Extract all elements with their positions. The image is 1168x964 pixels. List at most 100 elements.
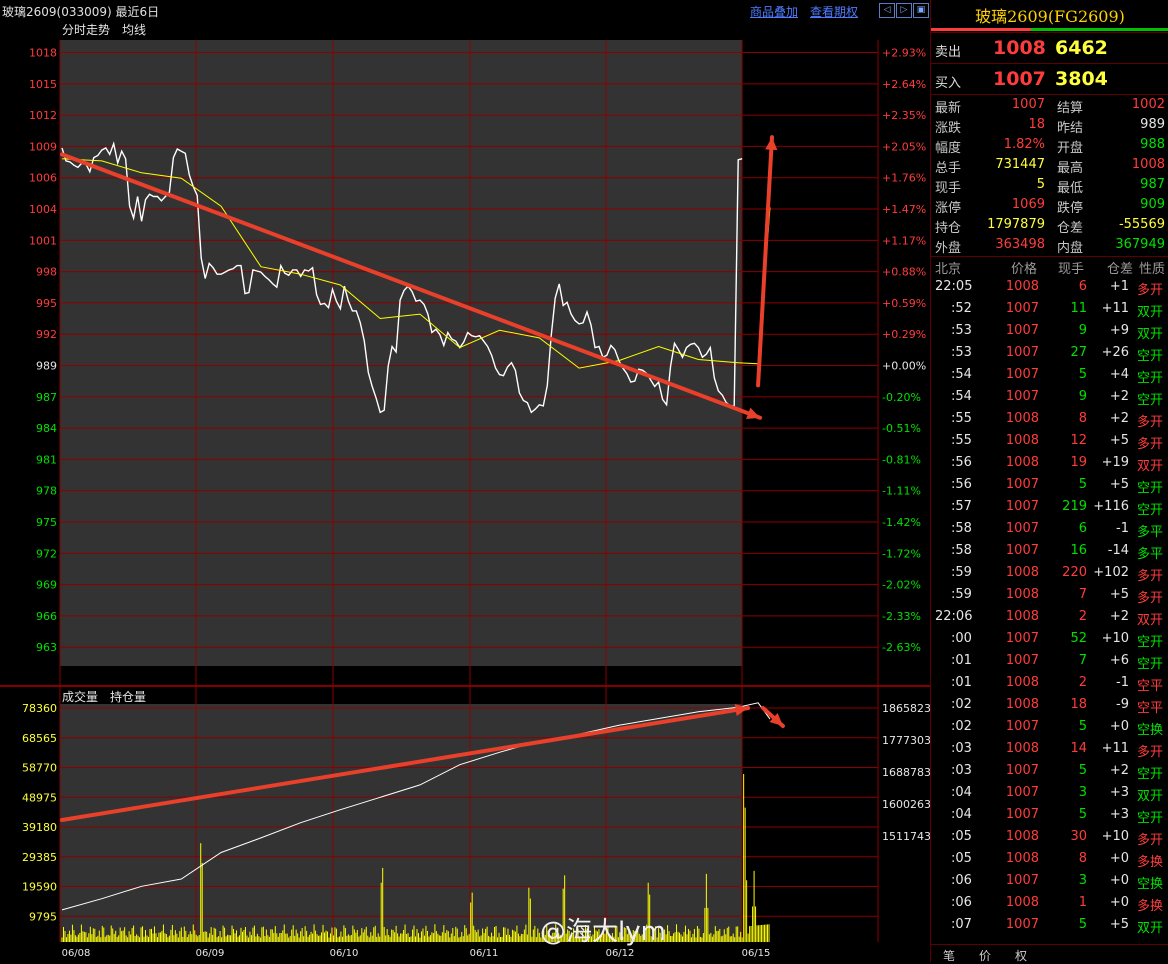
tick-row[interactable]: 22:06 1008 2 +2 双开 (931, 606, 1168, 628)
quote-value: 1008 (1131, 157, 1165, 172)
quote-value: 363498 (995, 237, 1045, 252)
tick-row[interactable]: :05 1008 8 +0 多换 (931, 848, 1168, 870)
pct-tick-label: -0.81% (882, 453, 921, 466)
tick-row[interactable]: :01 1007 7 +6 空开 (931, 650, 1168, 672)
tick-row[interactable]: :53 1007 9 +9 双开 (931, 320, 1168, 342)
pct-tick-label: -1.72% (882, 547, 921, 560)
pct-tick-label: +2.35% (882, 109, 926, 122)
tick-time: :55 (951, 433, 972, 448)
tick-row[interactable]: :05 1008 30 +10 多开 (931, 826, 1168, 848)
tick-price: 1007 (1005, 653, 1039, 668)
tab-trades[interactable]: 笔 (943, 947, 955, 964)
tick-price: 1008 (1005, 565, 1039, 580)
tick-row[interactable]: :03 1007 5 +2 空开 (931, 760, 1168, 782)
quote-label: 最高 (1057, 161, 1084, 176)
window-button[interactable]: ▣ (913, 3, 929, 18)
tick-oi-change: +2 (1109, 609, 1129, 624)
tick-row[interactable]: :04 1007 3 +3 双开 (931, 782, 1168, 804)
quote-label: 最低 (1057, 181, 1084, 196)
tick-row[interactable]: :54 1007 9 +2 空开 (931, 386, 1168, 408)
tick-price: 1008 (1005, 455, 1039, 470)
tick-oi-change: +5 (1109, 917, 1129, 932)
pct-tick-label: -0.51% (882, 422, 921, 435)
price-tick-label: 1001 (29, 234, 57, 247)
tick-volume: 1 (1078, 895, 1087, 910)
tick-row[interactable]: :58 1007 16 -14 多平 (931, 540, 1168, 562)
view-options-link[interactable]: 查看期权 (810, 3, 858, 20)
tick-type: 双开 (1137, 613, 1164, 628)
tab-rights[interactable]: 权 (1015, 947, 1027, 964)
tick-list[interactable]: 22:05 1008 6 +1 多开:52 1007 11 +11 双开:53 1007 9 +9 双开… (931, 276, 1168, 944)
tick-row[interactable]: :07 1007 5 +5 双开 (931, 914, 1168, 936)
date-axis-label: 06/09 (196, 948, 225, 959)
overlay-commodity-link[interactable]: 商品叠加 (750, 3, 798, 20)
tick-price: 1008 (1005, 433, 1039, 448)
tick-row[interactable]: :55 1008 12 +5 多开 (931, 430, 1168, 452)
tick-type: 空开 (1137, 635, 1164, 650)
tick-row[interactable]: :58 1007 6 -1 多平 (931, 518, 1168, 540)
volume-plot-area (60, 704, 742, 942)
tick-row[interactable]: :56 1007 5 +5 空开 (931, 474, 1168, 496)
bid-volume: 3804 (1055, 68, 1108, 90)
tick-oi-change: +3 (1109, 785, 1129, 800)
tick-type: 双开 (1137, 789, 1164, 804)
tick-volume: 5 (1078, 719, 1087, 734)
tick-price: 1008 (1005, 587, 1039, 602)
price-tick-label: 1004 (29, 203, 57, 216)
tick-row[interactable]: :54 1007 5 +4 空开 (931, 364, 1168, 386)
tick-row[interactable]: :06 1008 1 +0 多换 (931, 892, 1168, 914)
date-axis-label: 06/08 (62, 948, 91, 959)
tick-row[interactable]: :55 1008 8 +2 多开 (931, 408, 1168, 430)
price-tick-label: 1006 (29, 172, 57, 185)
tick-row[interactable]: :06 1007 3 +0 空换 (931, 870, 1168, 892)
tick-price: 1007 (1005, 345, 1039, 360)
tick-volume: 12 (1070, 433, 1087, 448)
quote-grid: 最新 1007 结算 1002 涨跌 18 昨结 989 幅度 1.82% 开盘 988 总手 73144… (931, 94, 1168, 257)
tick-row[interactable]: :00 1007 52 +10 空开 (931, 628, 1168, 650)
tick-price: 1008 (1005, 829, 1039, 844)
quote-value: 1.82% (1003, 137, 1045, 152)
tick-row[interactable]: :59 1008 7 +5 多开 (931, 584, 1168, 606)
tick-row[interactable]: :53 1007 27 +26 空开 (931, 342, 1168, 364)
quote-value: 367949 (1115, 237, 1165, 252)
tick-row[interactable]: :03 1008 14 +11 多开 (931, 738, 1168, 760)
tick-oi-change: +2 (1109, 763, 1129, 778)
tick-row[interactable]: :04 1007 5 +3 空开 (931, 804, 1168, 826)
volume-tick-label: 9795 (29, 910, 57, 923)
tick-volume: 16 (1070, 543, 1087, 558)
tab-price[interactable]: 价 (979, 947, 991, 964)
tick-row[interactable]: :52 1007 11 +11 双开 (931, 298, 1168, 320)
tick-price: 1007 (1005, 323, 1039, 338)
tick-volume: 8 (1078, 851, 1087, 866)
volume-tick-label: 58770 (22, 762, 57, 775)
tick-oi-change: +102 (1093, 565, 1129, 580)
tick-time: :58 (951, 521, 972, 536)
tick-volume: 14 (1070, 741, 1087, 756)
pct-tick-label: +1.17% (882, 234, 926, 247)
ask-label: 卖出 (935, 45, 962, 60)
tick-row[interactable]: :57 1007 219 +116 空开 (931, 496, 1168, 518)
tick-type: 双开 (1137, 921, 1164, 936)
tick-volume: 5 (1078, 917, 1087, 932)
contract-title: 玻璃2609(FG2609) (975, 7, 1125, 26)
prev-button[interactable]: ◁ (879, 3, 895, 18)
tick-time: :52 (951, 301, 972, 316)
tick-row[interactable]: 22:05 1008 6 +1 多开 (931, 276, 1168, 298)
tick-row[interactable]: :56 1008 19 +19 双开 (931, 452, 1168, 474)
tick-row[interactable]: :01 1008 2 -1 空平 (931, 672, 1168, 694)
tick-volume: 3 (1078, 785, 1087, 800)
tick-oi-change: +116 (1093, 499, 1129, 514)
tick-row[interactable]: :02 1008 18 -9 空平 (931, 694, 1168, 716)
intraday-chart[interactable]: 1018 +2.93% 1015 +2.64% 1012 +2.35% 1009 +2.05%… (0, 20, 930, 962)
tick-time: :04 (951, 785, 972, 800)
date-axis-label: 06/11 (470, 948, 499, 959)
tick-row[interactable]: :59 1008 220 +102 多开 (931, 562, 1168, 584)
quote-value: 731447 (995, 157, 1045, 172)
oi-tick-label: 1777303 (882, 734, 930, 747)
next-button[interactable]: ▷ (896, 3, 912, 18)
quote-panel: 玻璃2609(FG2609) 卖出 1008 6462 买入 1007 3804… (930, 0, 1168, 964)
quote-label: 跌停 (1057, 201, 1084, 216)
tick-row[interactable]: :02 1007 5 +0 空换 (931, 716, 1168, 738)
price-tick-label: 1012 (29, 109, 57, 122)
tick-volume: 27 (1070, 345, 1087, 360)
